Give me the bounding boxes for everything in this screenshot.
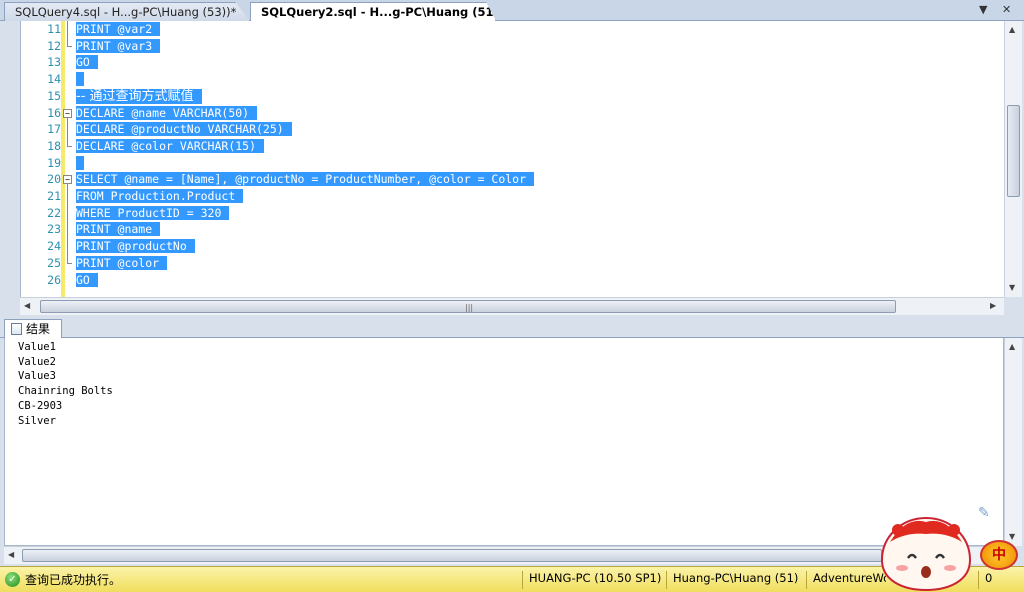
- results-horizontal-scrollbar[interactable]: ◀: [4, 546, 1004, 564]
- line-number: 20: [47, 172, 61, 187]
- code-text: DECLARE @productNo VARCHAR(25): [76, 122, 292, 137]
- code-line[interactable]: 16 − DECLARE @name VARCHAR(50): [21, 105, 1004, 122]
- scroll-up-icon[interactable]: ▲: [1009, 342, 1015, 351]
- result-line: Value2: [18, 355, 56, 368]
- query-editor[interactable]: 11 PRINT @var2 12 PRINT @var3 13 GO 14 1…: [20, 21, 1004, 297]
- code-text: PRINT @var2: [76, 22, 161, 36]
- line-number: 16: [47, 105, 61, 120]
- scroll-left-icon[interactable]: ◀: [24, 301, 30, 310]
- line-number: 11: [47, 22, 61, 36]
- code-line[interactable]: 25 PRINT @color: [21, 254, 1004, 272]
- success-check-icon: ✓: [5, 572, 20, 587]
- results-grid-icon: [11, 323, 22, 335]
- code-comment: -- 通过查询方式赋值: [76, 88, 202, 104]
- status-message: 查询已成功执行。: [25, 573, 122, 587]
- editor-horizontal-scrollbar[interactable]: ◀ ||| ▶: [20, 297, 1004, 315]
- editor-vertical-scrollbar[interactable]: ▲ ▼: [1004, 21, 1022, 297]
- code-line[interactable]: 20 − SELECT @name = [Name], @productNo =…: [21, 171, 1004, 188]
- scroll-right-icon[interactable]: ▶: [990, 301, 996, 310]
- status-bar: ✓ 查询已成功执行。 HUANG-PC (10.50 SP1) Huang-PC…: [0, 566, 1024, 592]
- line-number: 13: [47, 55, 61, 70]
- code-text: PRINT @color: [76, 255, 168, 270]
- code-line[interactable]: 14: [21, 71, 1004, 88]
- line-number: 21: [47, 189, 61, 203]
- line-number: 18: [47, 138, 61, 153]
- line-number: 23: [47, 222, 61, 237]
- code-line[interactable]: 17 DECLARE @productNo VARCHAR(25): [21, 121, 1004, 138]
- line-number: 12: [47, 38, 61, 53]
- code-line[interactable]: 13 GO: [21, 54, 1004, 71]
- result-line: Value3: [18, 370, 56, 383]
- mascot-icon: [880, 516, 972, 592]
- results-vertical-scrollbar[interactable]: ▲ ▼: [1004, 338, 1022, 546]
- code-line[interactable]: 11 PRINT @var2: [21, 21, 1004, 38]
- line-number: 17: [47, 122, 61, 137]
- tab-sqlquery4[interactable]: SQLQuery4.sql - H...g-PC\Huang (53))*: [4, 2, 250, 21]
- collapse-region-icon[interactable]: −: [63, 105, 72, 122]
- pin-icon[interactable]: ✎: [978, 505, 990, 521]
- scrollbar-thumb[interactable]: [22, 549, 882, 562]
- code-text: FROM Production.Product: [76, 189, 244, 203]
- code-line[interactable]: 23 PRINT @name: [21, 221, 1004, 239]
- status-user: Huang-PC\Huang (51): [666, 571, 804, 589]
- document-tab-bar: SQLQuery4.sql - H...g-PC\Huang (53))* SQ…: [0, 0, 1024, 21]
- ime-badge[interactable]: 中: [980, 540, 1018, 570]
- tab-list-dropdown-icon[interactable]: ▼: [979, 3, 987, 16]
- scroll-down-icon[interactable]: ▼: [1009, 532, 1015, 541]
- scrollbar-thumb[interactable]: [1007, 105, 1020, 197]
- status-database: AdventureWo: [806, 571, 886, 589]
- line-number: 22: [47, 205, 61, 220]
- result-line: CB-2903: [18, 399, 63, 412]
- line-number: 26: [47, 272, 61, 287]
- tab-results[interactable]: 结果: [4, 319, 62, 339]
- code-text: PRINT @name: [76, 222, 161, 237]
- code-text: DECLARE @color VARCHAR(15): [76, 138, 265, 153]
- code-line[interactable]: 15 -- 通过查询方式赋值: [21, 88, 1004, 105]
- code-line[interactable]: 18 DECLARE @color VARCHAR(15): [21, 137, 1004, 155]
- result-line: Value1: [18, 341, 56, 353]
- status-rows: 0: [978, 571, 1018, 589]
- scroll-left-icon[interactable]: ◀: [8, 550, 14, 559]
- code-line[interactable]: 21 FROM Production.Product: [21, 188, 1004, 205]
- status-server: HUANG-PC (10.50 SP1): [522, 571, 664, 589]
- code-text: [76, 155, 84, 170]
- grip-icon: |||: [465, 303, 474, 312]
- scrollbar-thumb[interactable]: |||: [40, 300, 896, 313]
- line-number: 14: [47, 72, 61, 87]
- code-text: DECLARE @name VARCHAR(50): [76, 105, 258, 120]
- close-tab-icon[interactable]: ✕: [1002, 3, 1011, 16]
- scroll-up-icon[interactable]: ▲: [1009, 25, 1015, 34]
- code-line[interactable]: 12 PRINT @var3: [21, 37, 1004, 55]
- line-number: 19: [47, 155, 61, 170]
- result-line: Silver: [18, 414, 56, 427]
- tab-sqlquery2[interactable]: SQLQuery2.sql - H...g-PC\Huang (51))*: [250, 2, 496, 21]
- result-line: Chainring Bolts: [18, 385, 113, 398]
- code-line[interactable]: 24 PRINT @productNo: [21, 238, 1004, 255]
- code-line[interactable]: 22 WHERE ProductID = 320: [21, 204, 1004, 222]
- code-text: GO: [76, 55, 98, 70]
- code-line[interactable]: 26 GO: [21, 272, 1004, 289]
- results-pane[interactable]: Value1 Value2 Value3 Chainring Bolts CB-…: [4, 338, 1004, 546]
- collapse-region-icon[interactable]: −: [63, 171, 72, 188]
- code-text: SELECT @name = [Name], @productNo = Prod…: [76, 172, 535, 187]
- code-text: PRINT @productNo: [76, 239, 195, 254]
- line-number: 15: [47, 88, 61, 103]
- scroll-down-icon[interactable]: ▼: [1009, 283, 1015, 292]
- line-number: 24: [47, 239, 61, 254]
- code-text: PRINT @var3: [76, 38, 161, 53]
- results-tab-bar: 结果: [0, 317, 1024, 339]
- code-text: [76, 72, 84, 87]
- code-text: WHERE ProductID = 320: [76, 205, 230, 220]
- code-line[interactable]: 19: [21, 155, 1004, 172]
- code-text: GO: [76, 272, 98, 287]
- line-number: 25: [47, 255, 61, 270]
